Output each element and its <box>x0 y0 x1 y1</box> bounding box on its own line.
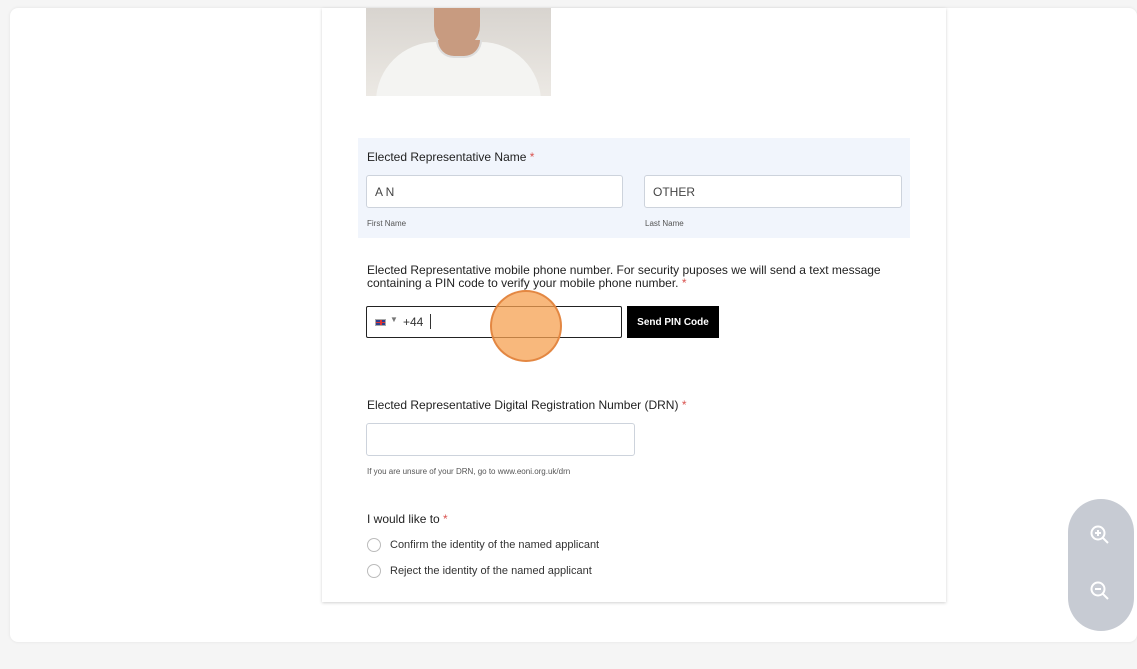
touch-indicator <box>490 290 562 362</box>
dial-code: +44 <box>403 315 424 329</box>
chevron-down-icon[interactable]: ▼ <box>390 315 398 324</box>
zoom-controls <box>1068 499 1134 631</box>
drn-input[interactable] <box>366 423 635 456</box>
first-name-input[interactable]: A N <box>366 175 623 208</box>
zoom-out-icon[interactable] <box>1085 576 1115 606</box>
last-name-sublabel: Last Name <box>645 219 684 228</box>
drn-help-text: If you are unsure of your DRN, go to www… <box>367 467 571 476</box>
phone-label: Elected Representative mobile phone numb… <box>367 263 881 290</box>
applicant-photo <box>366 8 551 96</box>
reject-option-label[interactable]: Reject the identity of the named applica… <box>390 565 592 577</box>
confirm-radio[interactable] <box>367 538 381 552</box>
name-label: Elected Representative Name * <box>367 150 535 164</box>
first-name-sublabel: First Name <box>367 219 407 228</box>
confirm-option-label[interactable]: Confirm the identity of the named applic… <box>390 539 599 551</box>
text-cursor <box>430 314 431 329</box>
zoom-in-icon[interactable] <box>1085 520 1115 550</box>
drn-label: Elected Representative Digital Registrat… <box>367 398 687 412</box>
last-name-input[interactable]: OTHER <box>644 175 902 208</box>
reject-radio[interactable] <box>367 564 381 578</box>
uk-flag-icon[interactable] <box>375 319 386 326</box>
send-pin-button[interactable]: Send PIN Code <box>627 306 719 338</box>
choice-label: I would like to * <box>367 512 448 526</box>
